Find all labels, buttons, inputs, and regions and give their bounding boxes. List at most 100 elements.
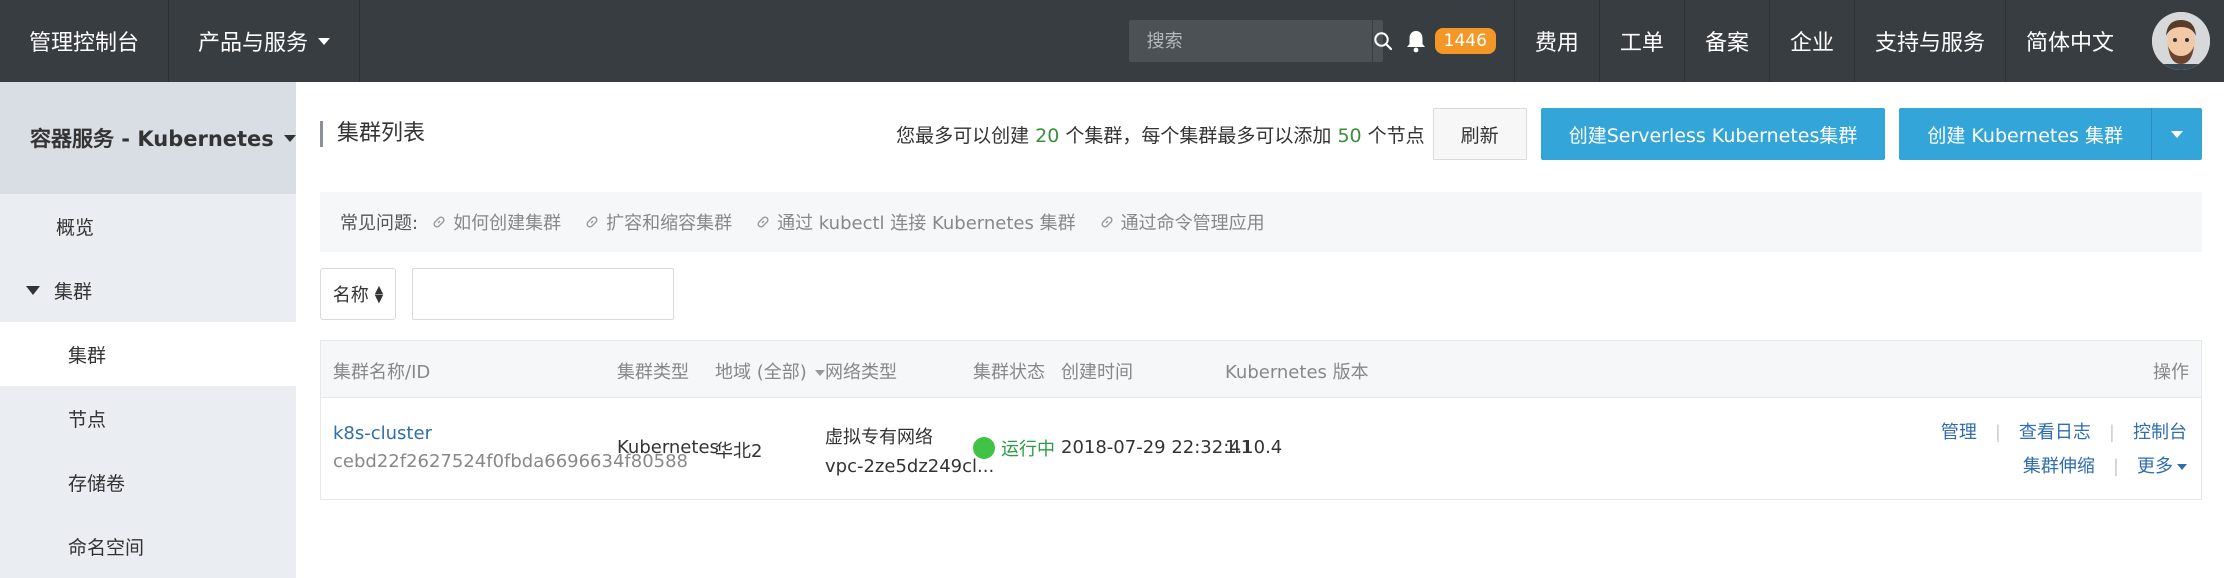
create-kubernetes-cluster-split-button: 创建 Kubernetes 集群 — [1899, 108, 2202, 160]
quota-suffix: 个节点 — [1367, 124, 1425, 147]
search-box — [1128, 20, 1392, 62]
page-title: 集群列表 — [320, 121, 425, 147]
sidebar-item-label: 集群 — [68, 344, 107, 367]
create-cluster-dropdown-toggle[interactable] — [2152, 108, 2202, 160]
col-name: 集群名称/ID — [333, 362, 431, 383]
sidebar-item-label: 存储卷 — [68, 472, 126, 495]
table-row: k8s-cluster cebd22f2627524f0fbda6696634f… — [321, 397, 2201, 499]
nav-language[interactable]: 简体中文 — [2004, 0, 2134, 82]
col-region-label: 地域 (全部) — [715, 362, 807, 383]
bell-icon — [1406, 31, 1425, 53]
k8s-version: 1.10.4 — [1225, 437, 1283, 458]
chevron-down-icon — [2171, 130, 2183, 138]
faq-link-create-cluster[interactable]: 如何创建集群 — [432, 209, 561, 235]
nav-icp-filing-label: 备案 — [1704, 31, 1749, 56]
faq-label: 常见问题: — [340, 213, 419, 234]
console-home-link[interactable]: 管理控制台 — [0, 0, 170, 82]
create-kubernetes-cluster-button[interactable]: 创建 Kubernetes 集群 — [1899, 108, 2152, 160]
view-logs-link[interactable]: 查看日志 — [2019, 422, 2091, 443]
console-label: 管理控制台 — [29, 31, 140, 56]
network-type: 虚拟专有网络 — [825, 427, 933, 448]
nav-language-label: 简体中文 — [2025, 31, 2114, 56]
faq-link-label: 如何创建集群 — [453, 213, 562, 234]
quota-text: 您最多可以创建 20 个集群，每个集群最多可以添加 50 个节点 — [896, 121, 1425, 148]
col-actions: 操作 — [2153, 362, 2189, 383]
sidebar-item-overview[interactable]: 概览 — [0, 194, 296, 258]
sidebar-product-switcher[interactable]: 容器服务 - Kubernetes — [0, 82, 296, 194]
col-version: Kubernetes 版本 — [1225, 362, 1369, 383]
sidebar-item-namespaces[interactable]: 命名空间 — [0, 514, 296, 578]
chevron-down-icon — [2177, 464, 2187, 470]
network-cell: 虚拟专有网络 vpc-2ze5dz249cl... — [825, 423, 994, 477]
create-serverless-cluster-button[interactable]: 创建Serverless Kubernetes集群 — [1540, 108, 1886, 160]
sidebar-header-label: 容器服务 - Kubernetes — [30, 127, 274, 151]
sidebar-item-label: 概览 — [56, 216, 95, 239]
created-time: 2018-07-29 22:32:41 — [1061, 437, 1253, 458]
filter-field-select[interactable]: 名称 ▲ ▼ — [320, 268, 396, 320]
faq-link-label: 扩容和缩容集群 — [606, 213, 733, 234]
top-navbar: 管理控制台 产品与服务 1446 费用 工单 备案 企业 支持与服务 简体中文 — [0, 0, 2224, 82]
notification-count-badge: 1446 — [1434, 28, 1496, 54]
chevron-down-icon — [318, 37, 331, 45]
nav-tickets[interactable]: 工单 — [1598, 0, 1684, 82]
table-header: 集群名称/ID 集群类型 地域 (全部) 网络类型 集群状态 创建时间 Kube… — [321, 341, 2201, 397]
sidebar: 容器服务 - Kubernetes 概览 集群 集群 节点 存储卷 命名空间 — [0, 82, 296, 578]
col-network: 网络类型 — [825, 362, 897, 383]
nav-icp-filing[interactable]: 备案 — [1683, 0, 1769, 82]
nav-support[interactable]: 支持与服务 — [1853, 0, 2005, 82]
products-menu[interactable]: 产品与服务 — [169, 0, 361, 82]
console-link[interactable]: 控制台 — [2133, 422, 2187, 443]
running-status-icon — [973, 437, 995, 459]
search-input[interactable] — [1128, 20, 1372, 62]
sidebar-item-clusters[interactable]: 集群 — [0, 322, 296, 386]
more-label: 更多 — [2137, 456, 2173, 477]
chevron-down-icon — [283, 134, 296, 142]
page-header: 集群列表 您最多可以创建 20 个集群，每个集群最多可以添加 50 个节点 刷新… — [320, 104, 2202, 164]
sidebar-item-label: 节点 — [68, 408, 107, 431]
sidebar-item-volumes[interactable]: 存储卷 — [0, 450, 296, 514]
link-icon — [1101, 216, 1113, 228]
col-region-filter[interactable]: 地域 (全部) — [715, 358, 825, 384]
vpc-id: vpc-2ze5dz249cl... — [825, 456, 995, 477]
link-icon — [757, 216, 769, 228]
faq-link-scale-cluster[interactable]: 扩容和缩容集群 — [585, 209, 732, 235]
search-button[interactable] — [1371, 20, 1393, 62]
nav-support-label: 支持与服务 — [1874, 31, 1985, 56]
quota-prefix: 您最多可以创建 — [896, 124, 1030, 147]
faq-link-label: 通过命令管理应用 — [1120, 213, 1265, 234]
sidebar-group-clusters[interactable]: 集群 — [0, 258, 296, 322]
status-label: 运行中 — [1001, 439, 1055, 460]
nav-billing[interactable]: 费用 — [1513, 0, 1599, 82]
chevron-down-icon — [814, 370, 825, 376]
actions-cell: 管理 | 查看日志 | 控制台 集群伸缩 | 更多 — [1940, 422, 2187, 477]
cluster-type: Kubernetes — [617, 437, 719, 458]
products-label: 产品与服务 — [198, 31, 309, 56]
faq-link-kubectl[interactable]: 通过 kubectl 连接 Kubernetes 集群 — [756, 209, 1076, 235]
scale-cluster-link[interactable]: 集群伸缩 — [2023, 456, 2095, 477]
manage-link[interactable]: 管理 — [1941, 422, 1977, 443]
quota-middle: 个集群，每个集群最多可以添加 — [1065, 124, 1332, 147]
filter-search-input[interactable] — [412, 268, 674, 320]
status-badge: 运行中 — [973, 435, 1055, 461]
refresh-button[interactable]: 刷新 — [1432, 108, 1527, 160]
quota-node-count: 50 — [1337, 124, 1362, 147]
col-type: 集群类型 — [617, 362, 689, 383]
more-actions-dropdown[interactable]: 更多 — [2137, 456, 2187, 477]
cluster-region: 华北2 — [715, 441, 763, 462]
nav-billing-label: 费用 — [1534, 31, 1579, 56]
nav-enterprise[interactable]: 企业 — [1768, 0, 1854, 82]
search-icon — [1373, 32, 1392, 51]
cluster-table: 集群名称/ID 集群类型 地域 (全部) 网络类型 集群状态 创建时间 Kube… — [320, 340, 2202, 500]
faq-link-manage-apps[interactable]: 通过命令管理应用 — [1100, 209, 1265, 235]
avatar[interactable] — [2152, 12, 2210, 70]
sidebar-item-label: 命名空间 — [68, 536, 145, 559]
quota-cluster-count: 20 — [1035, 124, 1060, 147]
notifications-button[interactable]: 1446 — [1405, 28, 1496, 54]
sort-updown-icon: ▲ ▼ — [374, 283, 384, 305]
nav-tickets-label: 工单 — [1619, 31, 1664, 56]
sidebar-group-label: 集群 — [54, 280, 93, 303]
main-content: 集群列表 您最多可以创建 20 个集群，每个集群最多可以添加 50 个节点 刷新… — [296, 82, 2224, 578]
caret-down-icon — [26, 285, 40, 295]
faq-link-label: 通过 kubectl 连接 Kubernetes 集群 — [777, 213, 1076, 234]
sidebar-item-nodes[interactable]: 节点 — [0, 386, 296, 450]
